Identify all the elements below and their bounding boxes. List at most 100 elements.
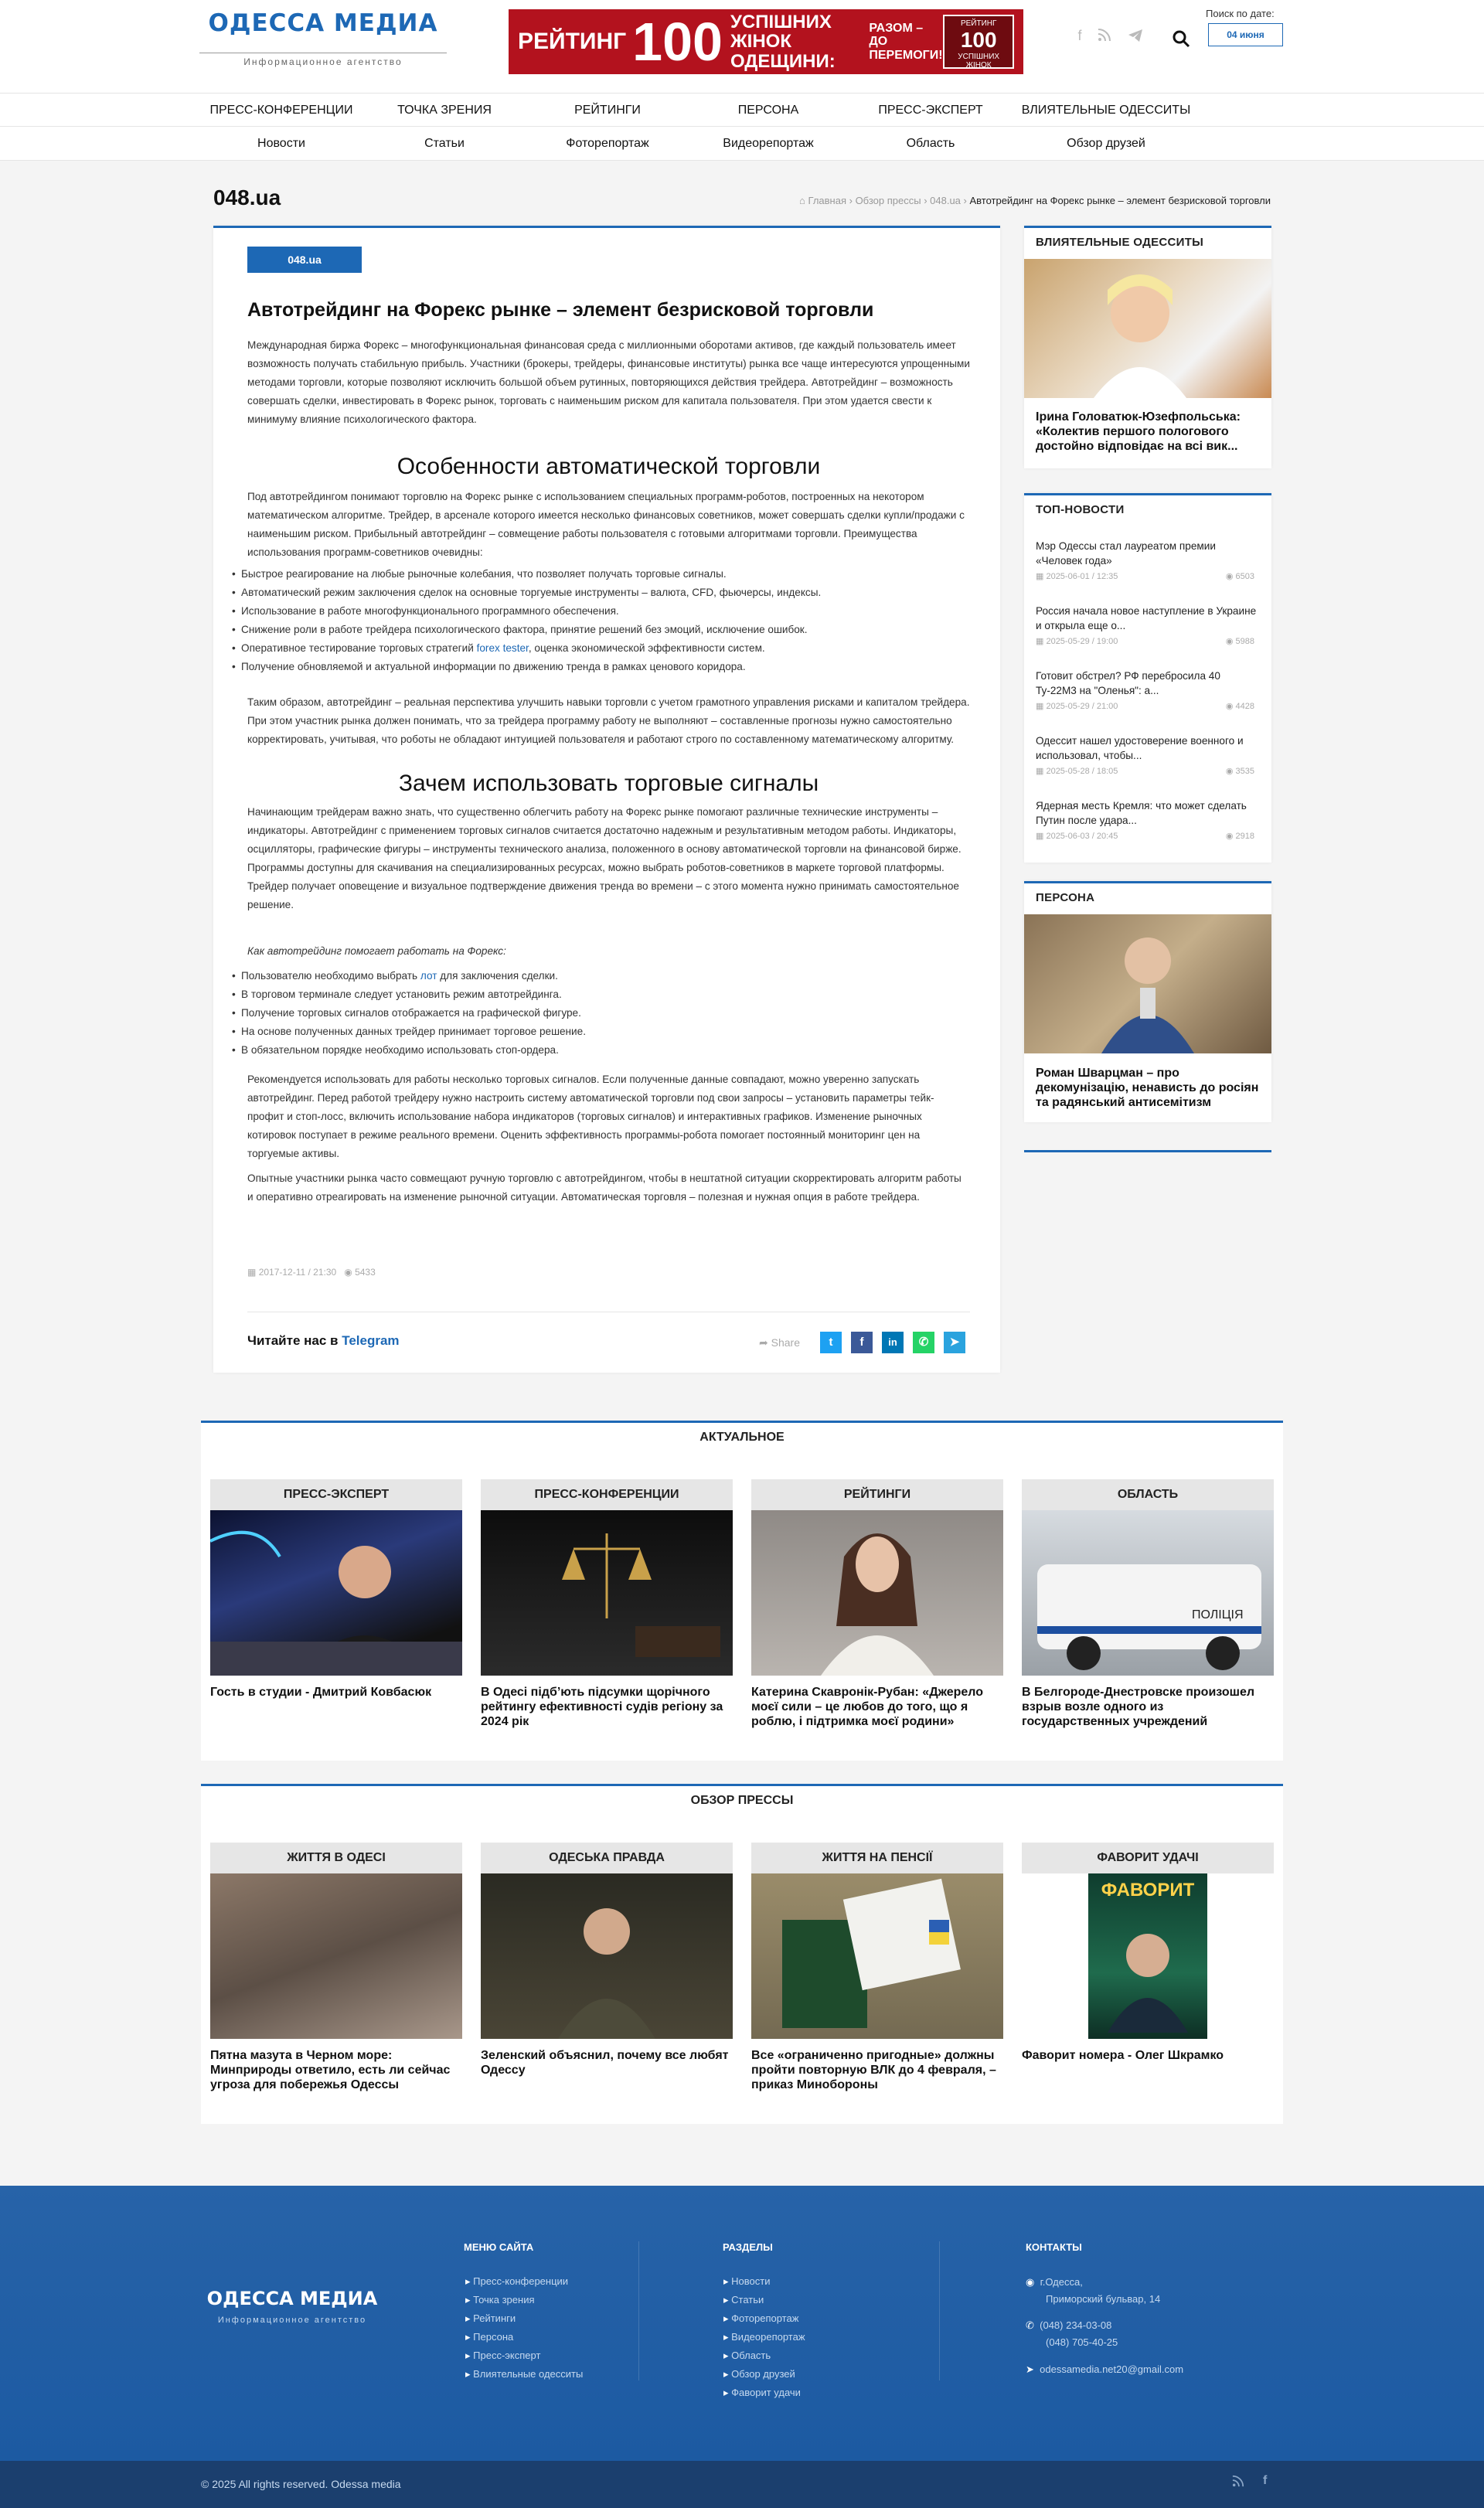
card-image[interactable] [210,1873,462,2039]
card-category[interactable]: ОБЛАСТЬ [1022,1479,1274,1510]
card-category[interactable]: ЖИТТЯ В ОДЕСІ [210,1843,462,1873]
actual-card[interactable]: РЕЙТИНГИ Катерина Скавронік-Рубан: «Джер… [751,1479,1003,1729]
rating-banner[interactable]: РЕЙТИНГ 100 УСПІШНИХ ЖІНОК ОДЕЩИНИ: РАЗО… [509,9,1023,74]
nav-video[interactable]: Видеорепортаж [683,127,853,161]
card-title[interactable]: Фаворит номера - Олег Шкрамко [1022,2048,1274,2063]
article-intro: Международная биржа Форекс – многофункци… [247,339,971,425]
rss-icon[interactable] [1093,28,1116,51]
nav-news[interactable]: Новости [196,127,366,161]
breadcrumb-press-review[interactable]: Обзор прессы [856,195,921,206]
facebook-icon[interactable]: f [1263,2474,1267,2488]
lot-link[interactable]: лот [420,970,437,982]
card-title[interactable]: Все «ограниченно пригодные» должны пройт… [751,2048,1003,2092]
facebook-icon[interactable]: f [1068,28,1091,51]
search-icon[interactable] [1172,29,1192,49]
footer-section-link[interactable]: Область [723,2350,771,2362]
calendar-icon: ▦ [1036,572,1047,581]
nav-influential[interactable]: ВЛИЯТЕЛЬНЫЕ ОДЕССИТЫ [1009,94,1203,128]
footer-menu-link[interactable]: Персона [465,2331,513,2343]
nav-press-conferences[interactable]: ПРЕСС-КОНФЕРЕНЦИИ [196,94,366,128]
card-image[interactable] [751,1510,1003,1676]
footer-menu-link[interactable]: Пресс-эксперт [465,2350,540,2362]
article: 048.ua Автотрейдинг на Форекс рынке – эл… [213,226,1000,1373]
breadcrumb-source[interactable]: 048.ua [930,195,961,206]
card-category[interactable]: ОДЕСЬКА ПРАВДА [481,1843,733,1873]
whatsapp-share-icon[interactable]: ✆ [913,1332,934,1353]
nav-friends-review[interactable]: Обзор друзей [1009,127,1203,161]
press-card[interactable]: ЖИТТЯ НА ПЕНСІЇ Все «ограниченно пригодн… [751,1843,1003,2092]
card-category[interactable]: ПРЕСС-КОНФЕРЕНЦИИ [481,1479,733,1510]
card-title[interactable]: Катерина Скавронік-Рубан: «Джерело моєї … [751,1685,1003,1729]
telegram-share-icon[interactable]: ➤ [944,1332,965,1353]
card-category[interactable]: ПРЕСС-ЭКСПЕРТ [210,1479,462,1510]
nav-point-of-view[interactable]: ТОЧКА ЗРЕНИЯ [359,94,529,128]
top-news-item[interactable]: Мэр Одессы стал лауреатом премии «Челове… [1036,539,1264,584]
persona-caption[interactable]: Роман Шварцман – про декомунізацію, нена… [1036,1066,1264,1110]
persona-box: ПЕРСОНА Роман Шварцман – про декомунізац… [1024,881,1271,1122]
footer-menu-link[interactable]: Влиятельные одесситы [465,2368,583,2380]
twitter-share-icon[interactable]: t [820,1332,842,1353]
footer-menu-link[interactable]: Рейтинги [465,2312,516,2325]
footer-menu-link[interactable]: Пресс-конференции [465,2275,568,2288]
card-title[interactable]: Пятна мазута в Черном море: Минприроды о… [210,2048,462,2092]
nav-region[interactable]: Область [846,127,1016,161]
nav-photo[interactable]: Фоторепортаж [522,127,693,161]
forex-tester-link[interactable]: forex tester [477,642,529,654]
facebook-share-icon[interactable]: f [851,1332,873,1353]
card-image[interactable]: ПОЛІЦІЯ [1022,1510,1274,1676]
persona-photo[interactable] [1024,914,1271,1053]
linkedin-share-icon[interactable]: in [882,1332,904,1353]
press-card[interactable]: ЖИТТЯ В ОДЕСІ Пятна мазута в Черном море… [210,1843,462,2092]
card-title[interactable]: Зеленский объяснил, почему все любят Оде… [481,2048,733,2078]
site-logo[interactable]: ОДЕССА МЕДИА Информационное агентство [199,6,447,68]
card-category[interactable]: ФАВОРИТ УДАЧІ [1022,1843,1274,1873]
actual-card[interactable]: ПРЕСС-ЭКСПЕРТ Гость в студии - Дмитрий К… [210,1479,462,1700]
card-category[interactable]: РЕЙТИНГИ [751,1479,1003,1510]
rss-icon[interactable] [1232,2475,1247,2490]
footer-section-link[interactable]: Видеорепортаж [723,2331,805,2343]
nav-ratings[interactable]: РЕЙТИНГИ [522,94,693,128]
card-image[interactable]: ФАВОРИТ [1022,1873,1274,2039]
card-title[interactable]: Гость в студии - Дмитрий Ковбасюк [210,1685,462,1700]
press-card[interactable]: ФАВОРИТ УДАЧІ ФАВОРИТ Фаворит номера - О… [1022,1843,1274,2063]
footer-section-link[interactable]: Обзор друзей [723,2368,795,2380]
card-title[interactable]: В Одесі підбʼють підсумки щорічного рейт… [481,1685,733,1729]
nav-persona[interactable]: ПЕРСОНА [683,94,853,128]
top-news-item[interactable]: Россия начала новое наступление в Украин… [1036,604,1264,648]
footer-section-link[interactable]: Новости [723,2275,770,2288]
footer-logo[interactable]: ОДЕССА МЕДИА Информационное агентство [199,2288,385,2334]
footer-section-link[interactable]: Статьи [723,2294,764,2306]
card-image[interactable] [481,1873,733,2039]
persona-title: ПЕРСОНА [1036,891,1095,904]
source-badge[interactable]: 048.ua [247,247,362,273]
influential-caption[interactable]: Ірина Головатюк-Юзефпольська: «Колектив … [1036,410,1264,454]
actual-card[interactable]: ОБЛАСТЬ ПОЛІЦІЯ В Белгороде-Днестровске … [1022,1479,1274,1729]
top-news-item[interactable]: Готовит обстрел? РФ перебросила 40 Ту-22… [1036,669,1264,713]
footer-email[interactable]: ➤ odessamedia.net20@gmail.com [1026,2363,1183,2376]
influential-photo[interactable] [1024,259,1271,398]
card-title[interactable]: В Белгороде-Днестровске произошел взрыв … [1022,1685,1274,1729]
actual-card[interactable]: ПРЕСС-КОНФЕРЕНЦИИ В Одесі підбʼють підсу… [481,1479,733,1729]
banner-slogan: РАЗОМ – ДО ПЕРЕМОГИ! [869,21,943,62]
calendar-icon: ▦ [247,1267,257,1278]
telegram-icon[interactable] [1124,28,1147,51]
top-news-item[interactable]: Одессит нашел удостоверение военного и и… [1036,733,1264,778]
footer-menu-link[interactable]: Точка зрения [465,2294,534,2306]
telegram-link[interactable]: Telegram [342,1333,399,1348]
sub-nav: Новости Статьи Фоторепортаж Видеорепорта… [0,127,1484,161]
press-card[interactable]: ОДЕСЬКА ПРАВДА Зеленский объяснил, почем… [481,1843,733,2078]
card-category[interactable]: ЖИТТЯ НА ПЕНСІЇ [751,1843,1003,1873]
date-picker[interactable]: 04 июня [1208,23,1283,46]
share-icon: ➦ [759,1336,768,1349]
breadcrumb-home[interactable]: Главная [808,195,846,206]
nav-press-expert[interactable]: ПРЕСС-ЭКСПЕРТ [846,94,1016,128]
footer-section-link[interactable]: Фаворит удачи [723,2387,801,2399]
top-news-title: ТОП-НОВОСТИ [1036,503,1125,516]
top-news-item[interactable]: Ядерная месть Кремля: что может сделать … [1036,798,1264,843]
footer-section-link[interactable]: Фоторепортаж [723,2312,798,2325]
card-image[interactable] [481,1510,733,1676]
card-image[interactable] [751,1873,1003,2039]
breadcrumb-current: Автотрейдинг на Форекс рынке – элемент б… [969,195,1271,206]
card-image[interactable] [210,1510,462,1676]
nav-articles[interactable]: Статьи [359,127,529,161]
